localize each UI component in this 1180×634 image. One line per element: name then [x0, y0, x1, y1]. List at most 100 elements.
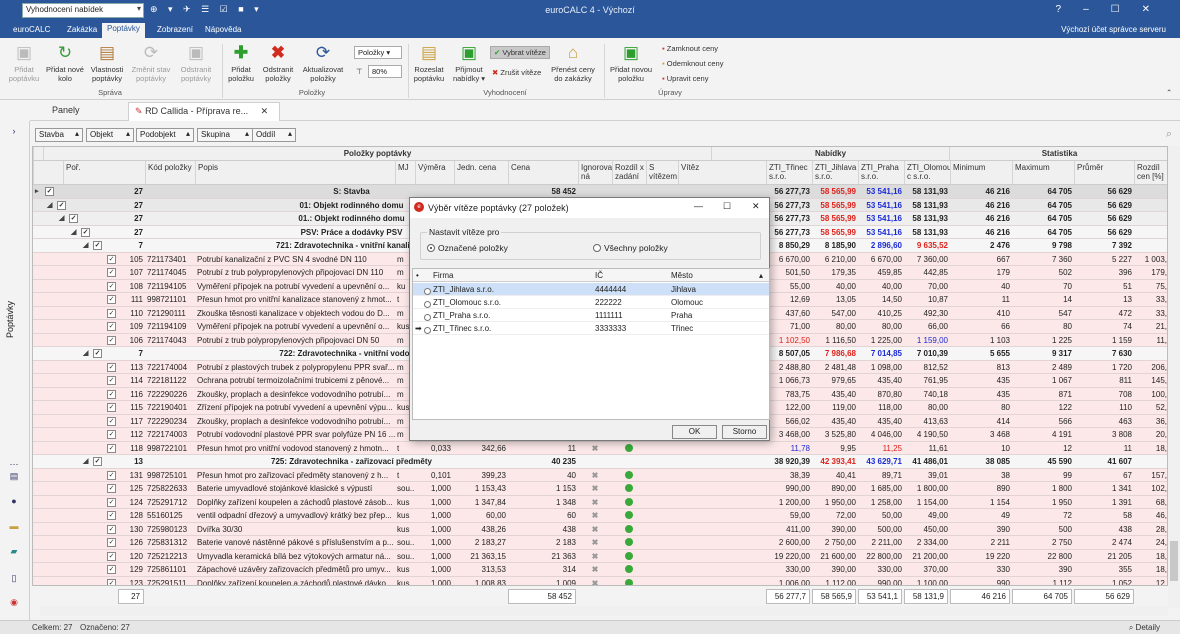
row-checkbox[interactable]: ✓	[45, 187, 54, 196]
add-item-button[interactable]: ✚ Přidat položku	[226, 43, 256, 83]
column-header[interactable]: Jedn. cena	[454, 161, 508, 184]
row-checkbox[interactable]: ✓	[107, 335, 116, 345]
column-header[interactable]: Průměr	[1074, 161, 1134, 184]
tab-eurocalc[interactable]: euroCALC	[8, 24, 55, 35]
send-request-button[interactable]: ▤ Rozeslat poptávku	[412, 43, 446, 83]
table-row[interactable]: ✓ 125 725822633 Baterie umyvadlové stojánko…	[33, 482, 1167, 496]
request-properties-button[interactable]: ▤ Vlastnosti poptávky	[88, 43, 126, 83]
column-header[interactable]: MJ	[395, 161, 415, 184]
column-header[interactable]: ZTI_Třinec s.r.o.	[766, 161, 812, 184]
column-header[interactable]: ZTI_Praha s.r.o.	[858, 161, 904, 184]
cancel-winner-button[interactable]: ✖ Zrušit vítěze	[492, 68, 541, 77]
row-checkbox[interactable]: ✓	[107, 524, 116, 534]
account-label[interactable]: Výchozí účet správce serveru	[1061, 25, 1166, 34]
row-checkbox[interactable]: ✓	[107, 362, 116, 372]
sidebar-label-poptavky[interactable]: Poptávky	[5, 301, 15, 338]
expand-toggle-icon[interactable]: ◢	[59, 212, 64, 225]
minimize-icon[interactable]: —	[694, 201, 703, 211]
add-round-button[interactable]: ↻ Přidat nové kolo	[46, 43, 84, 83]
row-checkbox[interactable]: ✓	[107, 430, 116, 439]
column-header[interactable]: Ignorova ná	[578, 161, 612, 184]
expand-toggle-icon[interactable]: ◢	[83, 455, 88, 468]
row-checkbox[interactable]: ✓	[107, 268, 116, 277]
dots-icon[interactable]: ⋯	[8, 459, 20, 469]
add-new-item-button[interactable]: ▣ Přidat novou položku	[608, 43, 654, 83]
column-header[interactable]: Rozdíl x zadání	[612, 161, 646, 184]
ok-button[interactable]: OK	[672, 425, 717, 439]
select-winner-button[interactable]: ✔ Vybrat vítěze	[490, 46, 550, 59]
row-checkbox[interactable]: ✓	[107, 389, 116, 399]
row-checkbox[interactable]: ✓	[57, 200, 66, 210]
table-row[interactable]: ✓ 118 998722101 Přesun hmot pro vnitřní vod…	[33, 441, 1167, 455]
items-combo[interactable]: Položky ▾	[354, 46, 402, 59]
maximize-icon[interactable]: ☐	[723, 201, 731, 212]
minimize-icon[interactable]: –	[1083, 4, 1111, 15]
close-icon[interactable]: ✕	[752, 201, 760, 212]
row-checkbox[interactable]: ✓	[107, 254, 116, 264]
close-icon[interactable]: ✕	[1142, 4, 1172, 15]
column-header[interactable]: ZTI_Jihlava s.r.o.	[812, 161, 858, 184]
expand-toggle-icon[interactable]: ◢	[71, 226, 76, 239]
row-checkbox[interactable]: ✓	[107, 578, 116, 585]
column-header[interactable]: ZTI_Olomou c s.r.o.	[904, 161, 950, 184]
column-header[interactable]: S vítězem	[646, 161, 678, 184]
column-header[interactable]: Poř.	[63, 161, 90, 184]
edit-prices-button[interactable]: ▪ Upravit ceny	[662, 74, 708, 83]
lock-prices-button[interactable]: ▪ Zamknout ceny	[662, 44, 718, 53]
page-icon[interactable]: ▯	[8, 573, 20, 583]
delete-items-button[interactable]: ✖ Odstranit položky	[260, 43, 296, 83]
vendor-row[interactable]: ZTI_Jihlava s.r.o. 4444444 Jihlava	[413, 283, 769, 296]
row-checkbox[interactable]: ✓	[107, 551, 116, 561]
table-row[interactable]: ✓ 123 725291511 Doplňky zařízení koupelen a…	[33, 576, 1167, 585]
row-checkbox[interactable]: ✓	[93, 241, 102, 250]
header-mesto[interactable]: Město	[671, 271, 693, 280]
accept-offers-button[interactable]: ▣ Přijmout nabídky ▾	[452, 43, 486, 83]
row-checkbox[interactable]: ✓	[107, 443, 116, 453]
radio-all-items[interactable]: Všechny položky	[593, 243, 668, 253]
filter-skupina[interactable]: Skupina ▴	[197, 128, 253, 142]
row-checkbox[interactable]: ✓	[107, 308, 116, 318]
row-checkbox[interactable]: ✓	[107, 538, 116, 547]
table-row[interactable]: ✓ 130 725980123 Dvířka 30/30 kus 1,000 438,26 4…	[33, 522, 1167, 536]
globe-icon[interactable]: ●	[8, 496, 20, 506]
column-header[interactable]: Popis	[195, 161, 395, 184]
row-checkbox[interactable]: ✓	[107, 295, 116, 304]
close-tab-icon[interactable]: ✕	[261, 106, 269, 116]
header-firma[interactable]: Firma	[433, 271, 453, 280]
tab-poptavky[interactable]: Poptávky	[102, 23, 145, 38]
expand-toggle-icon[interactable]: ◢	[83, 347, 88, 360]
help-icon[interactable]: ?	[1056, 4, 1084, 15]
row-checkbox[interactable]: ✓	[107, 416, 116, 426]
unlock-prices-button[interactable]: ▪ Odemknout ceny	[662, 59, 723, 68]
column-header[interactable]: Rozdíl cen [%]	[1134, 161, 1167, 184]
row-checkbox[interactable]: ✓	[107, 497, 116, 507]
document-tab[interactable]: ✎ RD Callida - Příprava re... ✕	[128, 102, 280, 121]
row-checkbox[interactable]: ✓	[107, 322, 116, 331]
transfer-prices-button[interactable]: ⌂ Přenést ceny do zakázky	[550, 43, 596, 83]
update-items-button[interactable]: ⟳ Aktualizovat položky	[300, 43, 346, 83]
row-checkbox[interactable]: ✓	[107, 484, 116, 493]
tab-zobrazeni[interactable]: Zobrazení	[152, 24, 198, 35]
column-header[interactable]: Maximum	[1012, 161, 1074, 184]
tab-napoveda[interactable]: Nápověda	[200, 24, 246, 35]
expand-toggle-icon[interactable]: ◢	[47, 199, 52, 212]
row-checkbox[interactable]: ✓	[107, 281, 116, 291]
table-row[interactable]: ✓ 128 55160125 ventil odpadní dřezový a umy…	[33, 509, 1167, 523]
row-checkbox[interactable]: ✓	[69, 214, 78, 223]
row-checkbox[interactable]: ✓	[93, 349, 102, 358]
vendor-row[interactable]: ZTI_Olomouc s.r.o. 222222 Olomouc	[413, 296, 769, 309]
row-checkbox[interactable]: ✓	[81, 227, 90, 237]
header-ic[interactable]: IČ	[595, 271, 603, 280]
filter-objekt[interactable]: Objekt ▴	[86, 128, 134, 142]
maximize-icon[interactable]: ☐	[1111, 4, 1142, 15]
panels-tab[interactable]: Panely	[52, 105, 80, 115]
filter-oddil[interactable]: Oddíl ▴	[252, 128, 296, 142]
folder-icon[interactable]: ▬	[8, 521, 20, 531]
row-checkbox[interactable]: ✓	[107, 376, 116, 385]
change-state-button[interactable]: ⟳ Změnit stav poptávky	[130, 43, 172, 83]
table-row[interactable]: ✓ 120 725212213 Umyvadla keramická bílá bez…	[33, 549, 1167, 563]
row-checkbox[interactable]: ✓	[93, 457, 102, 466]
radio-marked-items[interactable]: Označené položky	[427, 243, 508, 253]
zoom-combo[interactable]: 80%	[368, 65, 402, 78]
scroll-thumb[interactable]	[1170, 541, 1178, 581]
